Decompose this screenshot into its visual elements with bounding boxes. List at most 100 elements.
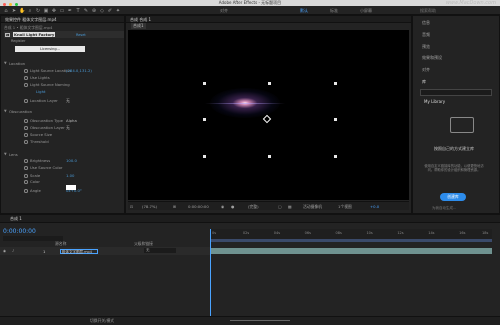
camera-tool-icon[interactable]: ▣: [43, 8, 49, 14]
composition-viewer[interactable]: [128, 30, 409, 200]
effect-property-row[interactable]: Brightness 100.0: [1, 158, 124, 164]
library-select[interactable]: My Library: [424, 99, 445, 104]
brush-tool-icon[interactable]: ✎: [83, 8, 89, 14]
panel-info[interactable]: 信息: [422, 20, 430, 26]
licensing-button[interactable]: Licensing...: [15, 46, 85, 52]
time-ruler[interactable]: [210, 229, 492, 239]
search-help-input[interactable]: 搜索帮助: [420, 8, 436, 14]
visibility-eye-icon[interactable]: ◉: [3, 249, 6, 253]
layer-handle[interactable]: [334, 82, 337, 85]
tab-timeline-comp[interactable]: 合成 1: [10, 216, 22, 222]
current-time-indicator[interactable]: [210, 229, 211, 325]
effect-property-row[interactable]: Obscuration Layer 无: [1, 125, 124, 131]
clone-stamp-tool-icon[interactable]: ⊕: [91, 8, 97, 14]
show-channel-icon[interactable]: ●: [231, 204, 234, 209]
effect-property-row[interactable]: Threshold: [1, 139, 124, 145]
timeline-timecode[interactable]: 0:00:00:00: [3, 228, 36, 235]
pen-tool-icon[interactable]: ✒: [67, 8, 73, 14]
layer-handle[interactable]: [334, 155, 337, 158]
panel-effects-presets[interactable]: 效果和预设: [422, 55, 442, 61]
comp-name-tab[interactable]: 合成1: [131, 23, 146, 29]
effect-property-row[interactable]: ▼ Obscuration: [1, 109, 124, 115]
stopwatch-icon[interactable]: [24, 133, 28, 137]
effect-property-row[interactable]: Use Lights: [1, 75, 124, 81]
stopwatch-icon[interactable]: [24, 166, 28, 170]
stopwatch-icon[interactable]: [24, 174, 28, 178]
layer-name[interactable]: 粗体文字图层.mp4: [60, 248, 98, 254]
effect-property-row[interactable]: Location Layer 无: [1, 98, 124, 104]
effect-property-row[interactable]: Obscuration Type Alpha: [1, 118, 124, 124]
rotate-tool-icon[interactable]: ↻: [35, 8, 41, 14]
effect-property-value[interactable]: 无: [66, 98, 70, 104]
stopwatch-icon[interactable]: [24, 189, 28, 193]
effect-property-row[interactable]: Use Source Color: [1, 165, 124, 171]
workspace-default[interactable]: 默认: [300, 8, 308, 14]
effect-property-row[interactable]: Source Size: [1, 132, 124, 138]
color-swatch[interactable]: [66, 185, 76, 190]
resolution-select[interactable]: (完整): [248, 204, 259, 210]
effect-property-value[interactable]: 无: [66, 125, 70, 131]
region-of-interest-icon[interactable]: ▢: [278, 204, 282, 209]
layer-handle[interactable]: [334, 118, 337, 121]
timecode-display[interactable]: 0:00:00:00: [188, 204, 209, 209]
roto-brush-tool-icon[interactable]: ✐: [107, 8, 113, 14]
layer-handle[interactable]: [203, 82, 206, 85]
snapshot-icon[interactable]: ◉: [221, 204, 224, 209]
library-search-input[interactable]: [420, 89, 492, 96]
layer-handle[interactable]: [268, 155, 271, 158]
tab-effect-controls[interactable]: 效果控件 粗体文字图层.mp4: [5, 17, 57, 23]
stopwatch-icon[interactable]: [24, 83, 28, 87]
work-area-bar[interactable]: [210, 239, 492, 242]
audio-icon[interactable]: ♪: [12, 249, 14, 253]
workspace-standard[interactable]: 标准: [330, 8, 338, 14]
create-library-button[interactable]: 创建库: [440, 193, 466, 201]
effect-property-value[interactable]: 100.0: [66, 158, 77, 163]
stopwatch-icon[interactable]: [24, 140, 28, 144]
layer-duration-bar[interactable]: [210, 248, 492, 254]
puppet-tool-icon[interactable]: ✦: [115, 8, 121, 14]
layer-handle[interactable]: [268, 82, 271, 85]
parent-select[interactable]: 无: [144, 248, 176, 253]
anchor-point-icon[interactable]: [262, 114, 272, 124]
effect-property-value[interactable]: (284.0,131.2): [66, 68, 92, 73]
stopwatch-icon[interactable]: [24, 159, 28, 163]
effect-property-value[interactable]: Alpha: [66, 118, 77, 123]
effect-property-row[interactable]: Angle 0x+0.0°: [1, 188, 124, 194]
home-icon[interactable]: ⌂: [3, 8, 9, 14]
layer-handle[interactable]: [203, 118, 206, 121]
panel-libraries[interactable]: 库: [422, 79, 426, 85]
timeline-search-input[interactable]: [3, 236, 63, 241]
twirl-down-icon[interactable]: ▼: [4, 61, 7, 65]
twirl-down-icon[interactable]: ▼: [4, 109, 7, 113]
camera-select[interactable]: 活动摄像机: [303, 204, 322, 210]
twirl-down-icon[interactable]: ▼: [4, 152, 7, 156]
stopwatch-icon[interactable]: [24, 126, 28, 130]
grid-icon[interactable]: ⊞: [173, 204, 176, 209]
toggle-switches-modes[interactable]: 切换开关/模式: [90, 318, 114, 324]
effect-property-row[interactable]: Color: [1, 179, 124, 185]
effect-property-row[interactable]: Light: [1, 89, 124, 95]
eraser-tool-icon[interactable]: ◇: [99, 8, 105, 14]
effect-property-value[interactable]: 1.00: [66, 173, 74, 178]
layer-handle[interactable]: [203, 155, 206, 158]
views-select[interactable]: 1个视图: [338, 204, 352, 210]
hand-tool-icon[interactable]: ✋: [19, 8, 25, 14]
stopwatch-icon[interactable]: [24, 180, 28, 184]
effect-property-row[interactable]: Light Source Location (284.0,131.2): [1, 68, 124, 74]
workspace-small-screen[interactable]: 小屏幕: [360, 8, 372, 14]
fx-icon[interactable]: fx: [5, 32, 10, 37]
always-preview-icon[interactable]: ⊡: [130, 204, 133, 209]
stopwatch-icon[interactable]: [24, 69, 28, 73]
stopwatch-icon[interactable]: [24, 76, 28, 80]
reset-link[interactable]: Reset: [76, 33, 86, 37]
workspace-align[interactable]: 对齐: [220, 8, 228, 14]
panel-preview[interactable]: 预览: [422, 44, 430, 50]
rectangle-tool-icon[interactable]: ▭: [59, 8, 65, 14]
exposure-value[interactable]: +0.0: [370, 204, 379, 209]
selection-tool-icon[interactable]: ➤: [11, 8, 17, 14]
panel-align[interactable]: 对齐: [422, 67, 430, 73]
zoom-select[interactable]: (78.7%): [142, 204, 157, 209]
pan-behind-tool-icon[interactable]: ✥: [51, 8, 57, 14]
effect-property-row[interactable]: ▼ Location: [1, 61, 124, 67]
layer-row[interactable]: [0, 247, 210, 255]
